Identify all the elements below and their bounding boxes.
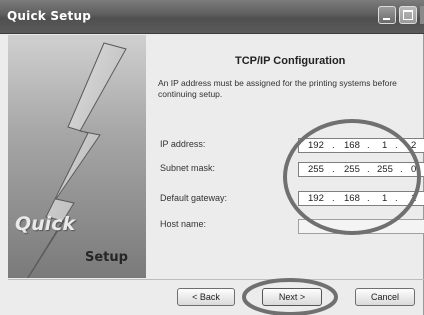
gw-dot: . [395,193,398,204]
ip-address-label: IP address: [160,139,206,149]
ip-octet-4: 2 [411,140,417,151]
intro-text: An IP address must be assigned for the p… [158,78,397,99]
subnet-mask-field[interactable]: 255 . 255 . 255 . 0 [298,162,424,177]
next-button[interactable]: Next > [262,288,322,306]
gw-octet-2: 168 [344,193,360,204]
gw-octet-4: 1 [411,193,417,204]
lightning-bolt-icon [27,42,127,278]
default-gateway-label: Default gateway: [160,193,228,203]
gw-octet-1: 192 [308,193,324,204]
ip-dot: . [395,140,398,151]
mask-octet-1: 255 [308,164,324,175]
quick-setup-window: Quick Setup Quick Setup TCP/IP Configura… [0,0,424,315]
ip-octet-3: 1 [382,140,388,151]
mask-octet-2: 255 [344,164,360,175]
mask-dot: . [400,164,403,175]
minimize-button[interactable] [378,6,396,24]
page-heading: TCP/IP Configuration [235,55,346,67]
ip-dot: . [332,140,335,151]
ip-dot: . [367,140,370,151]
sidebar-brand-quick: Quick [15,213,76,235]
cancel-button[interactable]: Cancel [355,288,415,306]
close-button[interactable] [420,6,424,24]
title-bar[interactable]: Quick Setup [0,0,424,34]
mask-octet-4: 0 [411,164,417,175]
gw-dot: . [332,193,335,204]
ip-octet-1: 192 [308,140,324,151]
back-button[interactable]: < Back [177,288,235,306]
maximize-button[interactable] [399,6,417,24]
gw-octet-3: 1 [382,193,388,204]
mask-octet-3: 255 [377,164,393,175]
sidebar-banner [8,35,146,278]
mask-dot: . [332,164,335,175]
subnet-mask-label: Subnet mask: [160,163,216,173]
ip-address-field[interactable]: 192 . 168 . 1 . 2 [298,138,424,153]
sidebar-brand-setup: Setup [85,250,128,265]
gw-dot: . [367,193,370,204]
footer-divider [8,279,424,280]
default-gateway-field[interactable]: 192 . 168 . 1 . 1 [298,191,424,206]
ip-octet-2: 168 [344,140,360,151]
mask-dot: . [367,164,370,175]
window-title: Quick Setup [7,9,91,23]
host-name-label: Host name: [160,219,207,229]
host-name-field[interactable] [298,219,424,234]
